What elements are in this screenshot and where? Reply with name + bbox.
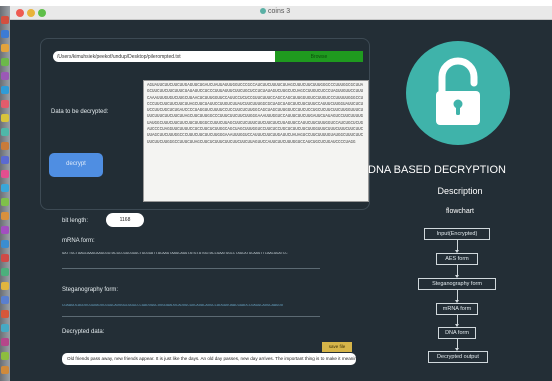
dock-app-icon[interactable] [1,310,9,318]
flowchart-heading: flowchart [445,208,474,215]
browse-button[interactable]: Browse [275,51,363,62]
decrypt-panel: /Users/kimuhsiek/peekof/undup/Desktop/pi… [40,38,370,210]
flowchart-arrow [455,240,459,253]
decrypted-output-field[interactable]: Old friends pass away, new friends appea… [62,353,356,365]
dock-app-icon[interactable] [1,352,9,360]
dock-app-icon[interactable] [1,226,9,234]
minimize-window-button[interactable] [27,9,35,17]
dock-app-icon[interactable] [1,324,9,332]
maximize-window-button[interactable] [38,9,46,17]
dock-app-icon[interactable] [1,44,9,52]
data-to-decrypt-label: Data to be decrypted: [51,109,109,115]
flowchart-step-aes: AES form [436,253,478,265]
close-window-button[interactable] [16,9,24,17]
encrypted-data-textarea[interactable]: AGUAUUCUUCUUCUUGAGUUCUGAUCUAUUAUUUGGUCCC… [143,80,369,202]
dock-app-icon[interactable] [1,156,9,164]
dock-app-icon[interactable] [1,296,9,304]
window-title: coins 3 [260,8,290,15]
flowchart-arrow [455,290,459,303]
flowchart-arrow [455,315,459,327]
dock-app-icon[interactable] [1,100,9,108]
unlock-logo [406,41,510,145]
flowchart-step-input: Input(Encrypted) [424,228,490,240]
decrypted-data-label: Decrypted data: [62,329,105,335]
dock-app-icon[interactable] [1,72,9,80]
app-title: DNA BASED DECRYPTION [368,164,506,176]
dock-app-icon[interactable] [1,338,9,346]
bit-length-label: bit length: [62,218,89,224]
steganography-divider [62,316,320,317]
dock-app-icon[interactable] [1,58,9,66]
app-icon [260,8,266,15]
dock-app-icon[interactable] [1,282,9,290]
dock-app-icon[interactable] [1,198,9,206]
file-path-field[interactable]: /Users/kimuhsiek/peekof/undup/Desktop/pi… [53,51,275,62]
dock-app-icon[interactable] [1,30,9,38]
dock-app-icon[interactable] [1,86,9,94]
dock-app-icon[interactable] [1,128,9,136]
flowchart-arrow [455,265,459,278]
mrna-sequence: GATTGCTAAGCAAACAAGCGGTACGCCGGCGGGCTGCGGA… [62,252,288,256]
dock-app-icon[interactable] [1,170,9,178]
dock-app-icon[interactable] [1,184,9,192]
flowchart-step-steganography: Steganography form [418,278,496,290]
mrna-form-label: mRNA form: [62,238,95,244]
dock-app-icon[interactable] [1,254,9,262]
mrna-divider [62,268,320,269]
bit-length-field[interactable]: 1168 [106,213,144,227]
desktop-dock [0,6,10,381]
steganography-form-label: Steganography form: [62,287,119,293]
window-title-text: coins 3 [268,8,291,15]
dock-app-icon[interactable] [1,142,9,150]
flowchart-step-mrna: mRNA form [436,303,478,315]
flowchart-step-dna: DNA form [438,327,476,339]
dock-app-icon[interactable] [1,240,9,248]
dock-app-icon[interactable] [1,268,9,276]
window-titlebar: coins 3 [10,6,552,20]
dock-app-icon[interactable] [1,114,9,122]
flowchart-step-output: Decrypted output [428,351,488,363]
dock-app-icon[interactable] [1,366,9,374]
flowchart-arrow [455,339,459,351]
steganography-sequence: CUAAGUCAGUUCGGUAUUCGGGCAUUGGCGGGCCCGAUUG… [62,304,284,308]
decrypt-button[interactable]: decrypt [49,153,103,177]
save-file-button[interactable]: save file [322,342,352,352]
open-padlock-icon [436,57,480,125]
description-heading: Description [437,186,483,196]
dock-app-icon[interactable] [1,16,9,24]
dock-app-icon[interactable] [1,212,9,220]
